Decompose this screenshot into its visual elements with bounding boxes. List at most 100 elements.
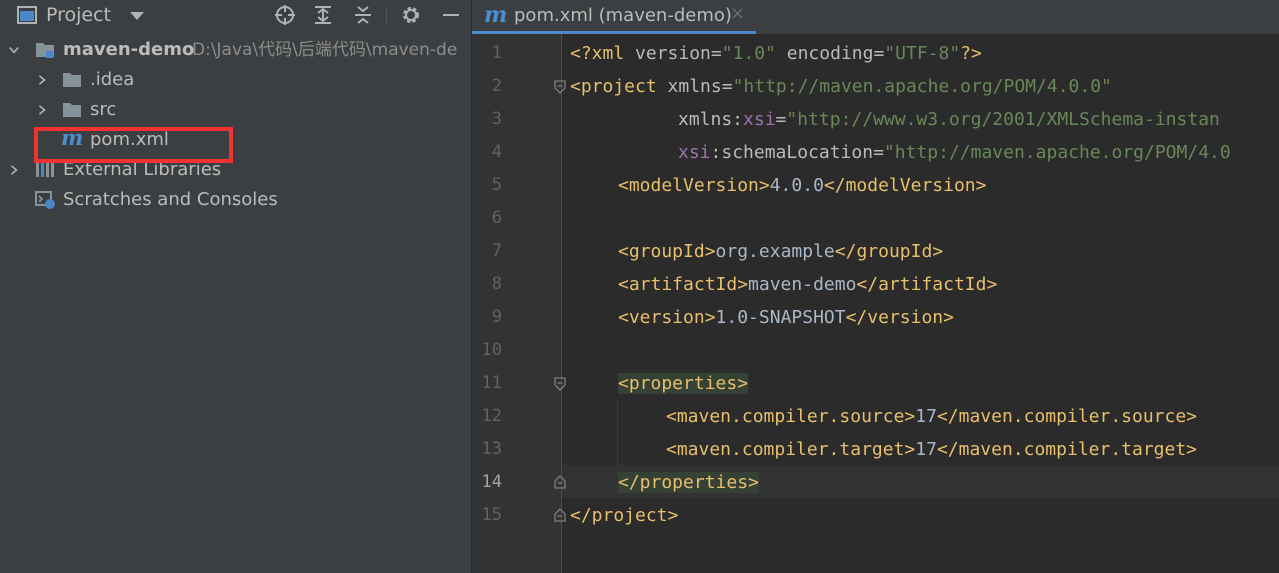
code-token: <?xml — [570, 43, 636, 64]
code-token: "http://www.w3.org/2001/XMLSchema-instan — [786, 109, 1220, 130]
code-token: :schemaLocation — [710, 142, 874, 163]
chevron-right-icon[interactable] — [37, 104, 47, 116]
code-token-matched: <properties> — [618, 373, 749, 394]
code-token: 17 — [915, 406, 937, 427]
code-line-2[interactable]: <project xmlns="http://maven.apache.org/… — [570, 70, 1112, 103]
scratches-icon — [35, 191, 55, 209]
code-line-5[interactable]: <modelVersion>4.0.0</modelVersion> — [618, 169, 986, 202]
code-token: xsi — [678, 142, 711, 163]
line-number: 6 — [491, 208, 502, 228]
tab-label: pom.xml (maven-demo) — [514, 5, 732, 26]
module-path: D:\Java\代码\后端代码\maven-de — [192, 40, 458, 60]
code-line-9[interactable]: <version>1.0-SNAPSHOT</version> — [618, 301, 954, 334]
library-icon — [36, 163, 54, 177]
line-number: 12 — [481, 406, 502, 426]
code-token: maven-demo — [748, 274, 857, 295]
line-number: 10 — [481, 340, 502, 360]
code-token: "1.0" — [721, 43, 776, 64]
line-number: 3 — [491, 109, 502, 129]
code-token: = — [721, 76, 733, 97]
tree-item-scratches[interactable]: Scratches and Consoles — [0, 186, 471, 214]
line-number-current: 14 — [481, 472, 502, 492]
line-number: 4 — [491, 142, 502, 162]
code-token: = — [710, 43, 722, 64]
code-line-12[interactable]: <maven.compiler.source>17</maven.compile… — [666, 400, 1197, 433]
code-token: </modelVersion> — [823, 175, 987, 196]
code-token: xmlns: — [678, 109, 744, 130]
line-number: 2 — [491, 76, 502, 96]
code-token: 4.0.0 — [769, 175, 824, 196]
chevron-right-icon[interactable] — [9, 164, 19, 176]
code-line-4[interactable]: xsi:schemaLocation="http://maven.apache.… — [678, 136, 1231, 169]
line-number: 5 — [491, 175, 502, 195]
code-token: xsi — [743, 109, 776, 130]
code-line-7[interactable]: <groupId>org.example</groupId> — [618, 235, 943, 268]
code-token: <maven.compiler.source> — [666, 406, 916, 427]
editor-tab-bar: m pom.xml (maven-demo) × — [472, 0, 1279, 34]
tree-item-idea[interactable]: .idea — [0, 66, 471, 94]
maven-file-icon: m — [484, 2, 508, 28]
code-line-8[interactable]: <artifactId>maven-demo</artifactId> — [618, 268, 997, 301]
tree-item-label: .idea — [90, 69, 135, 90]
code-token: </groupId> — [834, 241, 944, 262]
code-line-15[interactable]: </project> — [570, 499, 678, 532]
code-token: </maven.compiler.source> — [936, 406, 1198, 427]
code-token-matched: </properties> — [618, 472, 759, 493]
module-folder-icon — [36, 43, 54, 58]
settings-icon[interactable] — [400, 4, 422, 26]
line-number: 9 — [491, 307, 502, 327]
tree-item-label: Scratches and Consoles — [63, 189, 278, 210]
code-token: <groupId> — [618, 241, 716, 262]
code-line-3[interactable]: xmlns:xsi="http://www.w3.org/2001/XMLSch… — [678, 103, 1220, 136]
indent-guide — [617, 399, 618, 465]
folder-icon — [63, 73, 81, 87]
code-token: version — [635, 43, 711, 64]
code-token: ?> — [960, 43, 982, 64]
code-token: xmlns — [667, 76, 722, 97]
fold-close-icon[interactable] — [553, 475, 567, 489]
code-token: <version> — [618, 307, 716, 328]
code-token: encoding — [775, 43, 874, 64]
code-token: org.example — [715, 241, 835, 262]
code-token: </maven.compiler.target> — [936, 439, 1198, 460]
chevron-right-icon[interactable] — [37, 74, 47, 86]
project-panel-header: Project — [0, 0, 471, 32]
gutter-border — [561, 34, 562, 573]
code-line-13[interactable]: <maven.compiler.target>17</maven.compile… — [666, 433, 1197, 466]
code-token: </project> — [570, 505, 679, 526]
dropdown-icon[interactable] — [126, 4, 148, 26]
collapse-all-icon[interactable] — [352, 4, 374, 26]
locate-icon[interactable] — [274, 4, 296, 26]
code-line-11[interactable]: <properties> — [618, 367, 749, 400]
close-icon[interactable]: × — [730, 3, 745, 24]
header-separator — [386, 6, 387, 26]
code-token: 1.0-SNAPSHOT — [715, 307, 846, 328]
expand-all-icon[interactable] — [312, 4, 334, 26]
tree-item-src[interactable]: src — [0, 96, 471, 124]
code-token: "http://maven.apache.org/POM/4.0.0" — [732, 76, 1112, 97]
tab-pom-xml[interactable]: m pom.xml (maven-demo) × — [472, 0, 756, 34]
code-token: = — [873, 43, 885, 64]
tree-item-label: src — [90, 99, 117, 120]
code-token: "UTF-8" — [884, 43, 961, 64]
line-number: 13 — [481, 439, 502, 459]
code-token: <modelVersion> — [618, 175, 770, 196]
code-token: </artifactId> — [856, 274, 998, 295]
code-line-14[interactable]: </properties> — [618, 466, 759, 499]
hide-icon[interactable] — [440, 4, 462, 26]
project-window-icon[interactable] — [16, 4, 38, 26]
fold-open-icon[interactable] — [553, 80, 567, 94]
line-number: 1 — [491, 43, 502, 63]
code-line-1[interactable]: <?xml version="1.0" encoding="UTF-8"?> — [570, 37, 982, 70]
line-number: 7 — [491, 241, 502, 261]
fold-close-icon[interactable] — [553, 508, 567, 522]
code-token: <project — [570, 76, 668, 97]
fold-open-icon[interactable] — [553, 377, 567, 391]
code-token: <artifactId> — [618, 274, 749, 295]
tree-item-maven-demo[interactable]: maven-demo D:\Java\代码\后端代码\maven-de — [0, 36, 471, 64]
project-panel-title[interactable]: Project — [46, 4, 111, 26]
code-token: = — [775, 109, 787, 130]
line-number: 11 — [481, 373, 502, 393]
line-number: 15 — [481, 505, 502, 525]
chevron-down-icon[interactable] — [9, 44, 19, 56]
